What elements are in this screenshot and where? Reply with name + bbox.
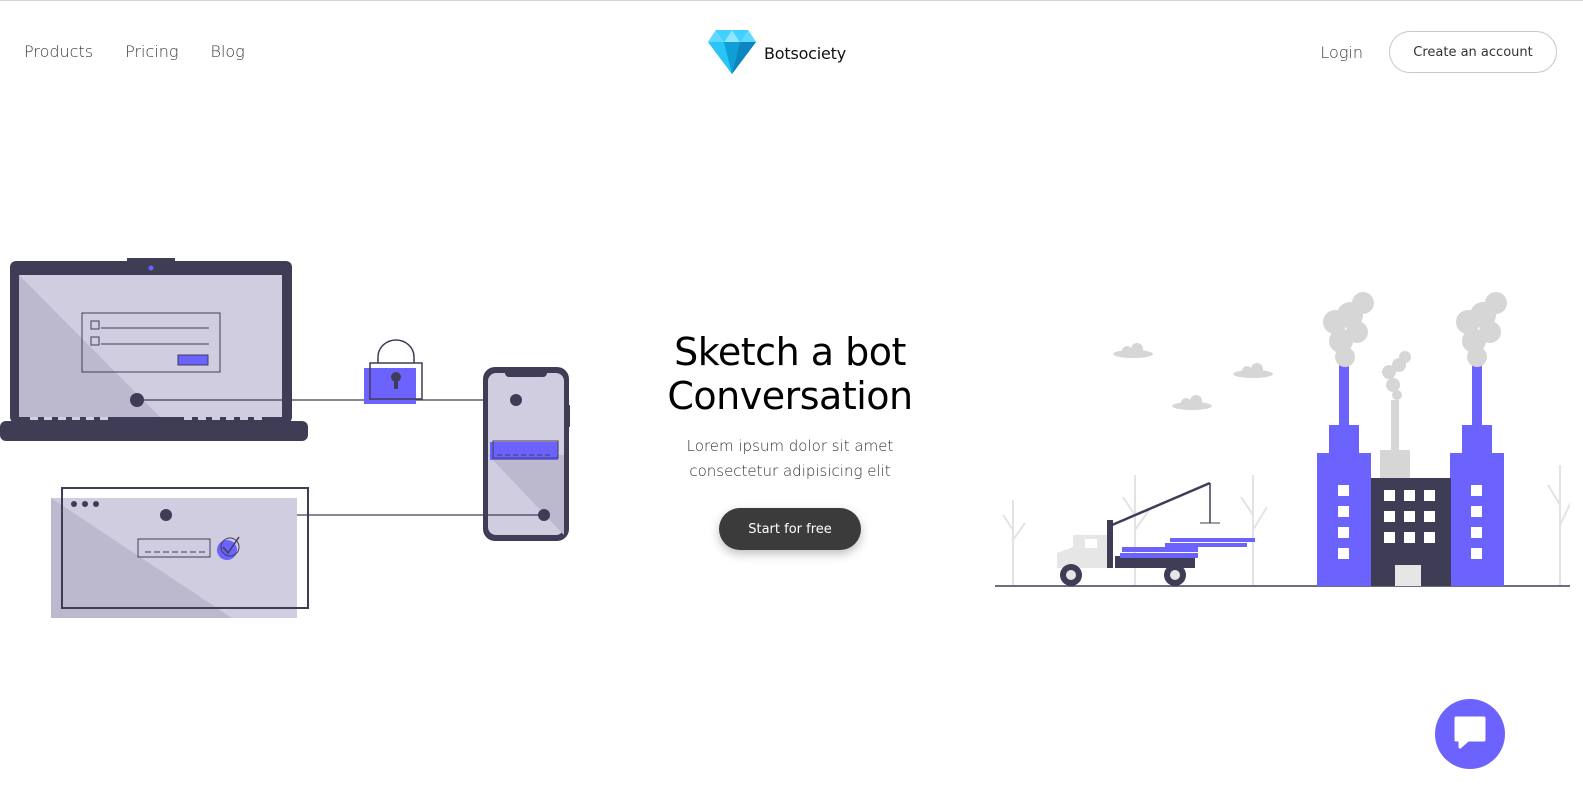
brand-name: Botsociety <box>764 44 846 63</box>
hero-title-line-1: Sketch a bot <box>674 330 906 374</box>
hero-section: Sketch a bot Conversation Lorem ipsum do… <box>600 330 980 550</box>
hero-title: Sketch a bot Conversation <box>600 330 980 418</box>
login-link[interactable]: Login <box>1320 43 1363 62</box>
start-for-free-button[interactable]: Start for free <box>719 508 861 550</box>
nav-products[interactable]: Products <box>24 40 93 64</box>
hero-subtitle-line-2: consectetur adipisicing elit <box>689 462 891 480</box>
devices-illustration <box>0 255 580 630</box>
chat-bubble-icon <box>1452 714 1488 755</box>
hero-subtitle-line-1: Lorem ipsum dolor sit amet <box>686 437 894 455</box>
top-border <box>0 0 1583 1</box>
primary-nav: Products Pricing Blog <box>24 40 277 64</box>
diamond-logo-icon <box>708 28 756 79</box>
account-nav: Login Create an account <box>1320 31 1557 73</box>
nav-pricing[interactable]: Pricing <box>125 40 178 64</box>
brand-logo-link[interactable]: Botsociety <box>708 28 846 79</box>
nav-blog[interactable]: Blog <box>210 40 244 64</box>
hero-subtitle: Lorem ipsum dolor sit amet consectetur a… <box>600 434 980 484</box>
factory-illustration <box>995 285 1573 600</box>
hero-title-line-2: Conversation <box>667 374 913 418</box>
create-account-button[interactable]: Create an account <box>1389 31 1557 73</box>
chat-widget-button[interactable] <box>1435 699 1505 769</box>
